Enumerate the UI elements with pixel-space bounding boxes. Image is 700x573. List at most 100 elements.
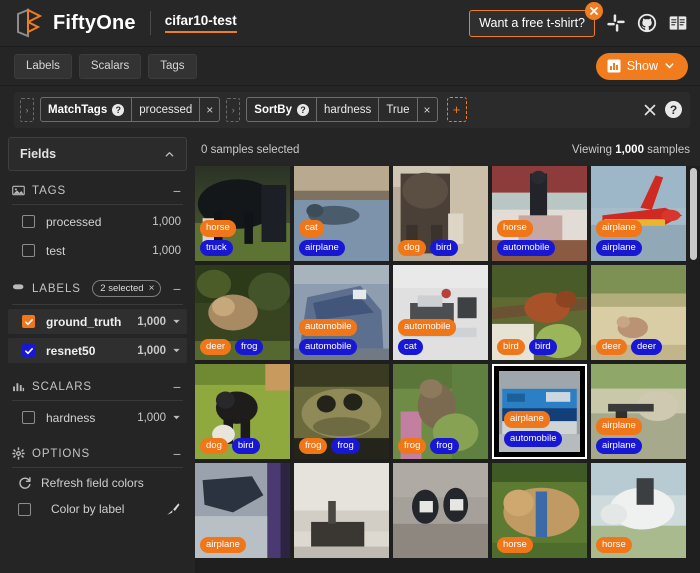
refresh-icon: [19, 477, 31, 489]
drag-handle-sortby[interactable]: ›: [226, 97, 241, 122]
collapse-scalars-icon[interactable]: −: [173, 380, 183, 394]
sample-cell[interactable]: [393, 463, 488, 558]
checkbox-test[interactable]: [22, 244, 35, 257]
sample-cell[interactable]: airplane: [195, 463, 290, 558]
brush-icon[interactable]: [165, 501, 181, 517]
stage-name-matchtags[interactable]: MatchTags ?: [41, 98, 133, 121]
tab-labels[interactable]: Labels: [14, 53, 72, 79]
checkbox-color-by-label[interactable]: [18, 502, 31, 516]
help-icon[interactable]: ?: [297, 103, 309, 116]
sample-cell[interactable]: automobile automobile: [294, 265, 389, 360]
sample-cell[interactable]: horse truck: [195, 166, 290, 261]
stage-remove-icon[interactable]: ×: [200, 98, 219, 121]
stage-param-field[interactable]: hardness: [317, 98, 380, 121]
sample-cell[interactable]: horse automobile: [492, 166, 587, 261]
sample-cell[interactable]: automobile cat: [393, 265, 488, 360]
stage-param-reverse[interactable]: True: [379, 98, 418, 121]
tab-scalars[interactable]: Scalars: [78, 53, 142, 79]
stage-remove-icon[interactable]: ×: [418, 98, 437, 121]
stage-param-tags[interactable]: processed: [132, 98, 201, 121]
view-stage-sortby[interactable]: SortBy ? hardness True ×: [246, 97, 438, 122]
sample-cell[interactable]: deer frog: [195, 265, 290, 360]
sample-cell[interactable]: bird bird: [492, 265, 587, 360]
gear-icon: [12, 447, 25, 460]
github-icon[interactable]: [637, 13, 657, 33]
sample-cell[interactable]: airplane airplane: [591, 364, 686, 459]
sidebar-section-options[interactable]: OPTIONS −: [8, 434, 187, 467]
sidebar-item-resnet50[interactable]: resnet50 1,000: [8, 338, 187, 363]
sidebar-item-hardness[interactable]: hardness 1,000: [8, 405, 187, 430]
sample-thumbnail: [591, 364, 686, 459]
add-stage-button[interactable]: +: [446, 97, 467, 122]
sample-cell[interactable]: frog frog: [294, 364, 389, 459]
chevron-down-icon: [665, 63, 674, 69]
fields-dropdown[interactable]: Fields: [8, 137, 187, 171]
grid-scrollbar[interactable]: [690, 168, 697, 260]
section-title-options: OPTIONS: [32, 447, 91, 460]
sidebar-section-tags[interactable]: TAGS −: [8, 171, 187, 204]
section-divider: [12, 400, 183, 401]
sample-thumbnail: [591, 166, 686, 261]
sidebar-item-processed[interactable]: processed 1,000: [8, 209, 187, 234]
sidebar-section-labels[interactable]: LABELS 2 selected × −: [8, 267, 187, 304]
chevron-up-icon: [165, 151, 174, 157]
close-icon[interactable]: [585, 1, 603, 20]
sample-cell[interactable]: frog frog: [393, 364, 488, 459]
sample-cell[interactable]: dog bird: [195, 364, 290, 459]
help-icon[interactable]: ?: [112, 103, 125, 116]
labels-selected-badge[interactable]: 2 selected ×: [92, 280, 162, 297]
sample-cell[interactable]: airplane airplane: [591, 166, 686, 261]
sample-cell[interactable]: dog bird: [393, 166, 488, 261]
checkbox-processed[interactable]: [22, 215, 35, 228]
clear-view-icon[interactable]: [643, 103, 657, 117]
sample-thumbnail: [393, 166, 488, 261]
sample-thumbnail: [393, 265, 488, 360]
sample-cell[interactable]: airplane automobile: [492, 364, 587, 459]
tab-tags[interactable]: Tags: [148, 53, 197, 79]
show-button[interactable]: Show: [595, 52, 688, 80]
tab-bar: Labels Scalars Tags Show: [0, 47, 700, 86]
view-bar-container: › MatchTags ? processed × › SortBy ? har…: [0, 86, 700, 133]
viewing-prefix: Viewing: [571, 143, 616, 156]
view-stage-matchtags[interactable]: MatchTags ? processed ×: [40, 97, 221, 122]
checkbox-resnet50[interactable]: [22, 344, 35, 357]
stage-label: MatchTags: [48, 103, 108, 116]
expand-caret-icon[interactable]: [172, 346, 181, 355]
sample-cell[interactable]: deer deer: [591, 265, 686, 360]
sample-thumbnail: [591, 463, 686, 558]
sample-cell[interactable]: [294, 463, 389, 558]
stage-name-sortby[interactable]: SortBy ?: [247, 98, 317, 121]
sample-thumbnail: [195, 265, 290, 360]
option-label: Color by label: [51, 502, 125, 516]
collapse-tags-icon[interactable]: −: [173, 184, 183, 198]
checkbox-ground-truth[interactable]: [22, 315, 35, 328]
sample-cell[interactable]: horse: [591, 463, 686, 558]
sample-cell[interactable]: cat airplane: [294, 166, 389, 261]
brand-name: FiftyOne: [53, 11, 136, 34]
free-tshirt-button[interactable]: Want a free t-shirt?: [469, 1, 603, 37]
field-label: ground_truth: [46, 314, 122, 329]
checkbox-hardness[interactable]: [22, 411, 35, 424]
sidebar-item-ground-truth[interactable]: ground_truth 1,000: [8, 309, 187, 334]
slack-icon[interactable]: [606, 13, 626, 33]
collapse-labels-icon[interactable]: −: [173, 282, 183, 296]
expand-caret-icon[interactable]: [172, 413, 181, 422]
labels-icon: [12, 284, 24, 290]
field-count: 1,000: [137, 411, 166, 424]
drag-handle-matchtags[interactable]: ›: [20, 97, 34, 122]
color-by-label-option[interactable]: Color by label: [8, 496, 187, 522]
expand-caret-icon[interactable]: [172, 317, 181, 326]
badge-clear-icon[interactable]: ×: [149, 283, 155, 294]
sample-grid-area: horse truck cat airplane dog bird horse auto…: [195, 166, 700, 573]
sample-thumbnail: [591, 265, 686, 360]
refresh-field-colors-button[interactable]: Refresh field colors: [8, 470, 187, 496]
collapse-options-icon[interactable]: −: [173, 447, 183, 461]
sample-cell[interactable]: horse: [492, 463, 587, 558]
sidebar-section-scalars[interactable]: SCALARS −: [8, 367, 187, 400]
field-count: 1,000: [152, 215, 181, 228]
dataset-name[interactable]: cifar10-test: [164, 13, 237, 33]
sidebar-item-test[interactable]: test 1,000: [8, 238, 187, 263]
app-body: Fields TAGS − processed 1,000 test 1,000: [0, 133, 700, 573]
docs-icon[interactable]: [668, 13, 688, 33]
view-help-icon[interactable]: ?: [665, 101, 682, 118]
